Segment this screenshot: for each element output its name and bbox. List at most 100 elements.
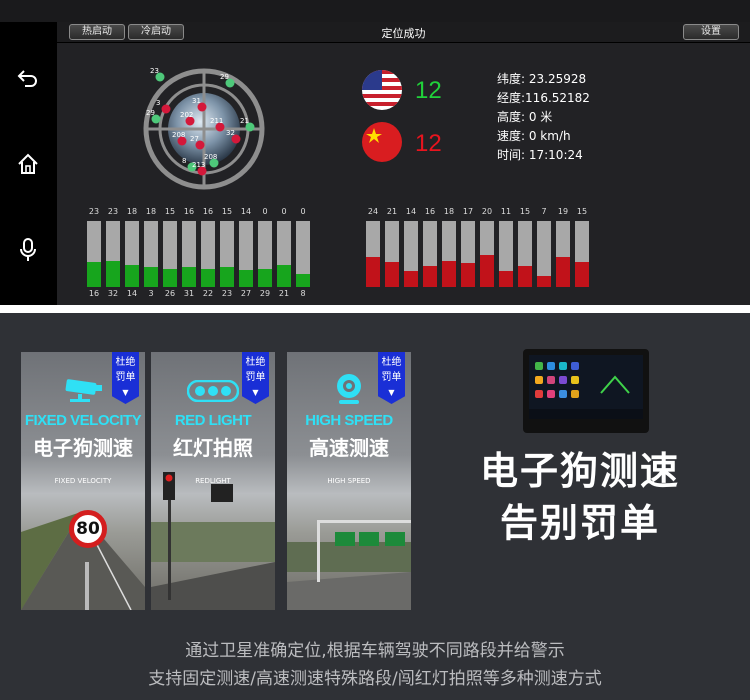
satellite-id: 14 (126, 289, 138, 298)
gps-screen: 热启动 冷启动 定位成功 设置 23 29 3 29 202 31 208 21 211 32 27… (0, 0, 750, 305)
signal-value: 15 (221, 207, 233, 216)
signal-fill (201, 268, 215, 287)
signal-fill (575, 261, 589, 287)
signal-value: 17 (462, 207, 474, 216)
device-thumbnail (523, 349, 649, 433)
signal-value: 15 (164, 207, 176, 216)
signal-track (499, 221, 513, 287)
signal-fill (87, 261, 101, 287)
gps-status-screen: 热启动 冷启动 定位成功 设置 23 29 3 29 202 31 208 21 211 32 27… (57, 22, 750, 305)
signal-track (258, 221, 272, 287)
satellite-sky-plot: 2329329 202312082121132278 213208 (143, 67, 265, 190)
signal-value: 20 (481, 207, 493, 216)
satellite-label: 27 (190, 135, 199, 143)
signal-value: 0 (262, 207, 268, 216)
satellite-dot (161, 104, 171, 114)
microphone-icon[interactable] (12, 234, 44, 266)
signal-fill (296, 273, 310, 287)
panel-caption: FIXED VELOCITY (54, 477, 112, 485)
signal-fill (461, 263, 475, 287)
signal-track (442, 221, 456, 287)
signal-track (163, 221, 177, 287)
speed-readout: 速度: 0 km/h (497, 129, 571, 143)
longitude-readout: 经度:116.52182 (497, 91, 590, 105)
signal-value: 14 (405, 207, 417, 216)
signal-value: 0 (300, 207, 306, 216)
signal-value: 23 (107, 207, 119, 216)
signal-value: 14 (240, 207, 252, 216)
signal-fill (537, 276, 551, 287)
camera-icon (21, 377, 145, 403)
signal-fill (518, 265, 532, 287)
side-nav-bar (0, 22, 57, 305)
slogan-line-2: 告别罚单 (499, 501, 660, 545)
signal-fill (366, 256, 380, 287)
top-bar: 热启动 冷启动 定位成功 设置 (57, 22, 750, 43)
signal-fill (277, 264, 291, 287)
signal-track (385, 221, 399, 287)
signal-fill (258, 268, 272, 287)
panel-title-zh: 电子狗测速 (33, 436, 133, 460)
signal-track (220, 221, 234, 287)
signal-value: 21 (386, 207, 398, 216)
satellite-label: 31 (192, 97, 201, 105)
signal-track (556, 221, 570, 287)
position-info: 纬度: 23.25928 经度:116.52182 高度: 0 米 速度: 0 … (497, 70, 590, 165)
satellite-label: 29 (220, 73, 229, 81)
beidou-satellite-count: 12 (415, 130, 442, 157)
settings-button[interactable]: 设置 (683, 24, 739, 40)
satellite-id: 29 (259, 289, 271, 298)
signal-track (239, 221, 253, 287)
signal-value: 23 (88, 207, 100, 216)
satellite-label: 32 (226, 129, 235, 137)
time-readout: 时间: 17:10:24 (497, 148, 583, 162)
signal-value: 24 (367, 207, 379, 216)
satellite-id: 22 (202, 289, 214, 298)
expressway-road-scene (287, 520, 411, 610)
signal-fill (125, 264, 139, 287)
satellite-id: 23 (221, 289, 233, 298)
satellite-id: 32 (107, 289, 119, 298)
signal-track (518, 221, 532, 287)
satellite-label: 208 (204, 153, 217, 161)
signal-fill (385, 261, 399, 287)
signal-fill (239, 269, 253, 287)
latitude-readout: 纬度: 23.25928 (497, 72, 587, 86)
signal-track (575, 221, 589, 287)
signal-fill (442, 260, 456, 287)
signal-fill (404, 270, 418, 287)
intersection-road-scene (151, 472, 275, 610)
signal-track (182, 221, 196, 287)
signal-value: 16 (424, 207, 436, 216)
signal-value: 18 (126, 207, 138, 216)
signal-value: 15 (519, 207, 531, 216)
home-icon[interactable] (12, 148, 44, 180)
signal-value: 19 (557, 207, 569, 216)
satellite-label: 211 (210, 117, 223, 125)
satellite-id: 16 (88, 289, 100, 298)
signal-value: 11 (500, 207, 512, 216)
signal-fill (163, 269, 177, 287)
panel-title-zh: 高速测速 (309, 436, 389, 460)
signal-fill (556, 256, 570, 287)
signal-track (106, 221, 120, 287)
signal-value: 16 (183, 207, 195, 216)
satellite-id: 3 (148, 289, 154, 298)
satellite-label: 202 (180, 111, 193, 119)
signal-track (201, 221, 215, 287)
footer-line-1: 通过卫星准确定位,根据车辆驾驶不同路段并给警示 (185, 641, 565, 661)
red-light-panel: 杜绝 罚单 ▼ RED LIGHT 红灯拍照 REDLIGHT (151, 352, 275, 610)
slogan-line-1: 电子狗测速 (479, 449, 680, 493)
signal-track (480, 221, 494, 287)
signal-value: 15 (576, 207, 588, 216)
panel-title-en: FIXED VELOCITY (24, 412, 142, 429)
panel-title-en: RED LIGHT (174, 412, 252, 429)
back-icon[interactable] (12, 62, 44, 94)
signal-value: 18 (145, 207, 157, 216)
fixed-velocity-panel: 杜绝 罚单 ▼ FIXED VELOCITY 电子狗测速 FIXED VELOCIT… (21, 352, 145, 610)
china-flag-icon (362, 122, 402, 162)
signal-track (404, 221, 418, 287)
panel-caption: HIGH SPEED (327, 477, 371, 485)
signal-track (125, 221, 139, 287)
webcam-icon (287, 372, 411, 406)
